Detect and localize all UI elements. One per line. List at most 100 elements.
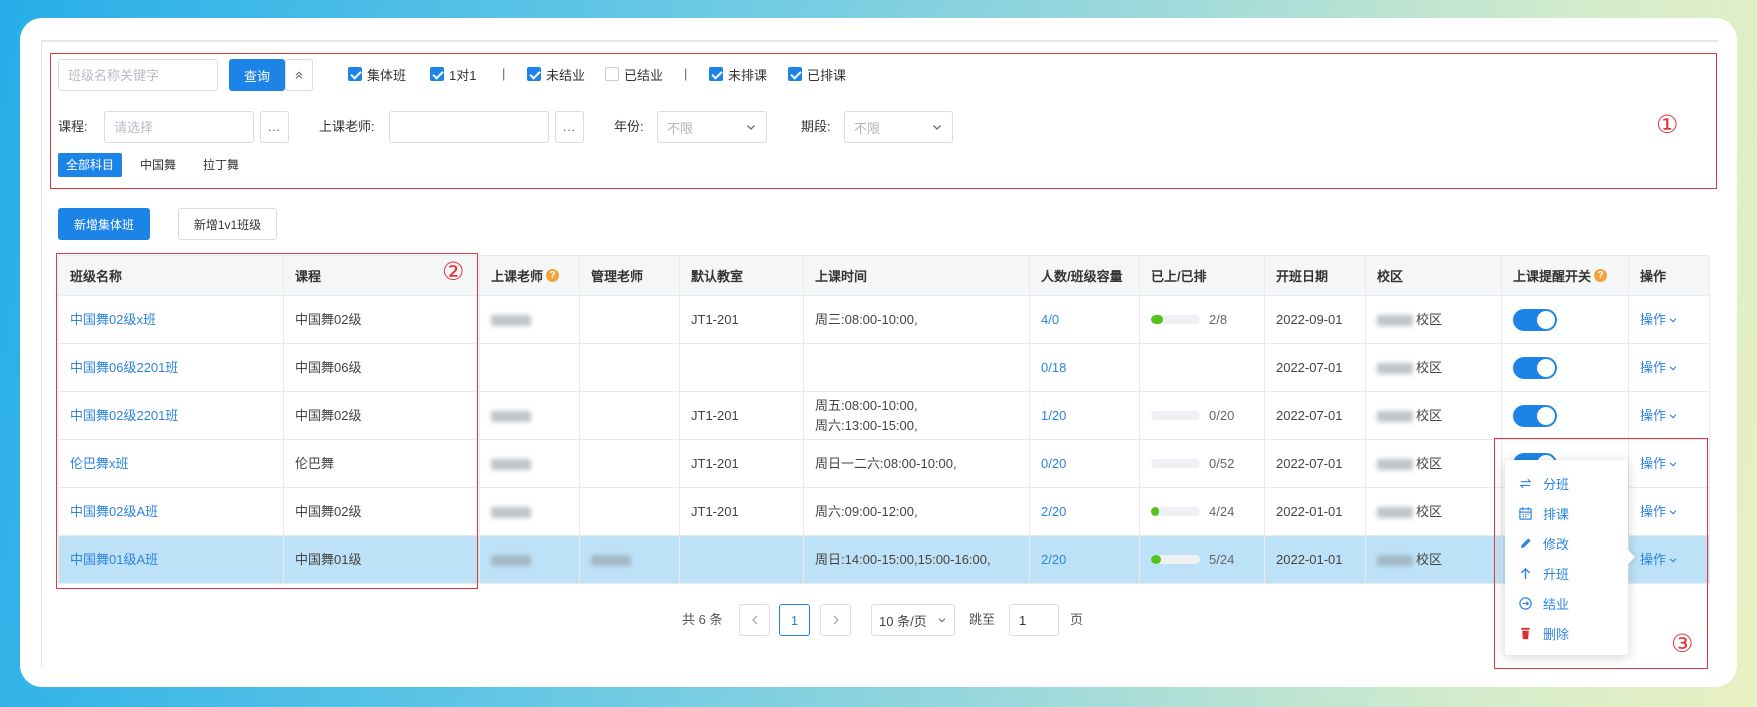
lesson-progress: 0/52 — [1151, 454, 1264, 474]
checkbox-label: 已排课 — [807, 67, 847, 83]
jump-page-input[interactable] — [1009, 604, 1059, 636]
add-group-class-button[interactable]: 新增集体班 — [58, 208, 150, 240]
table-row: 中国舞06级2201班 中国舞06级 0/18 2022-07-01 校区 操作 — [58, 343, 1710, 392]
start-date: 2022-01-01 — [1276, 503, 1343, 519]
checkbox-icon — [348, 67, 362, 81]
enrollment-count[interactable]: 1/20 — [1041, 408, 1066, 423]
lesson-progress: 5/24 — [1151, 550, 1264, 570]
checkbox-one-on-one[interactable]: 1对1 — [430, 64, 476, 84]
checkbox-label: 集体班 — [367, 67, 407, 83]
checkbox-graduated[interactable]: 已结业 — [605, 64, 663, 84]
collapse-filters-button[interactable] — [285, 59, 313, 91]
course-input[interactable] — [104, 111, 254, 143]
row-actions-dropdown[interactable]: 操作 — [1640, 406, 1678, 426]
next-page-button[interactable] — [820, 604, 851, 636]
cell-teacher — [479, 487, 580, 536]
class-name-link[interactable]: 中国舞02级2201班 — [70, 408, 178, 423]
enrollment-count[interactable]: 2/20 — [1041, 552, 1066, 567]
row-actions-dropdown[interactable]: 操作 — [1640, 310, 1678, 330]
cell-schedule: 周日:14:00-15:00,15:00-16:00, — [803, 535, 1030, 584]
tab-chinese-dance[interactable]: 中国舞 — [133, 153, 183, 177]
teacher-picker-button[interactable]: ... — [555, 111, 584, 143]
campus-name: 校区 — [1416, 503, 1443, 519]
col-header-label: 上课提醒开关 — [1513, 269, 1592, 284]
page-size-select[interactable]: 10 条/页 — [871, 604, 955, 636]
campus-name: 校区 — [1416, 455, 1443, 471]
row-actions-dropdown[interactable]: 操作 — [1640, 550, 1678, 570]
checkbox-scheduled[interactable]: 已排课 — [788, 64, 846, 84]
table-body: 中国舞02级x班 中国舞02级 JT1-201 周三:08:00-10:00, 4/0 2… — [58, 295, 1710, 584]
cell-reminder — [1501, 295, 1629, 344]
blurred-campus-name — [1377, 506, 1413, 518]
cell-enrollment: 4/0 — [1029, 295, 1140, 344]
classroom-name: JT1-201 — [691, 407, 739, 423]
reminder-toggle[interactable] — [1513, 404, 1557, 427]
page-size-value: 10 条/页 — [879, 613, 927, 629]
col-header-label: 管理老师 — [591, 269, 644, 284]
class-name-link[interactable]: 中国舞02级x班 — [70, 312, 156, 327]
progress-track — [1151, 555, 1200, 564]
class-name-link[interactable]: 中国舞01级A班 — [70, 552, 158, 567]
reminder-toggle[interactable] — [1513, 308, 1557, 331]
schedule-line: 周三:08:00-10:00, — [815, 311, 918, 327]
filter-separator: | — [684, 66, 688, 81]
cell-progress: 5/24 — [1139, 535, 1265, 584]
cell-enrollment: 0/18 — [1029, 343, 1140, 392]
cell-schedule: 周日一二六:08:00-10:00, — [803, 439, 1030, 488]
class-search-input[interactable] — [58, 59, 218, 91]
menu-item-assign-class[interactable]: 分班 — [1505, 468, 1628, 498]
col-header-label: 班级名称 — [70, 269, 123, 284]
year-select[interactable]: 不限 — [657, 111, 767, 143]
menu-item-graduate[interactable]: 结业 — [1505, 588, 1628, 618]
help-icon[interactable] — [546, 269, 560, 282]
checkbox-not-graduated[interactable]: 未结业 — [527, 64, 585, 84]
course-picker-button[interactable]: ... — [260, 111, 289, 143]
blurred-campus-name — [1377, 410, 1413, 422]
period-select-value: 不限 — [854, 120, 881, 136]
panel-left-border — [41, 40, 42, 668]
prev-page-button[interactable] — [739, 604, 770, 636]
cell-start-date: 2022-09-01 — [1264, 295, 1366, 344]
col-header-label: 已上/已排 — [1151, 269, 1207, 284]
menu-item-promote[interactable]: 升班 — [1505, 558, 1628, 588]
calendar-icon — [1518, 506, 1533, 521]
class-name-link[interactable]: 中国舞06级2201班 — [70, 360, 178, 375]
tab-latin-dance[interactable]: 拉丁舞 — [196, 153, 246, 177]
menu-item-label: 排课 — [1543, 506, 1570, 522]
cell-manager — [579, 535, 680, 584]
enrollment-count[interactable]: 0/20 — [1041, 456, 1066, 471]
teacher-input[interactable] — [389, 111, 549, 143]
progress-track — [1151, 315, 1200, 324]
add-1v1-class-button[interactable]: 新增1v1班级 — [178, 208, 277, 240]
menu-item-edit[interactable]: 修改 — [1505, 528, 1628, 558]
page-button-current[interactable]: 1 — [779, 604, 810, 636]
period-select[interactable]: 不限 — [844, 111, 953, 143]
cell-actions: 操作 — [1628, 487, 1710, 536]
table-row: 中国舞02级x班 中国舞02级 JT1-201 周三:08:00-10:00, 4/0 2… — [58, 295, 1710, 344]
class-name-link[interactable]: 中国舞02级A班 — [70, 504, 158, 519]
help-icon[interactable] — [1594, 269, 1608, 282]
query-button[interactable]: 查询 — [229, 59, 285, 91]
cell-actions: 操作 — [1628, 439, 1710, 488]
class-name-link[interactable]: 伦巴舞x班 — [70, 456, 129, 471]
checkbox-unscheduled[interactable]: 未排课 — [709, 64, 767, 84]
reminder-toggle[interactable] — [1513, 356, 1557, 379]
blurred-campus-name — [1377, 554, 1413, 566]
menu-item-delete[interactable]: 删除 — [1505, 618, 1628, 648]
cell-classroom — [679, 535, 804, 584]
row-actions-dropdown[interactable]: 操作 — [1640, 358, 1678, 378]
page-suffix: 页 — [1070, 612, 1084, 627]
enrollment-count[interactable]: 4/0 — [1041, 312, 1059, 327]
start-date: 2022-09-01 — [1276, 311, 1343, 327]
cell-teacher — [479, 343, 580, 392]
row-actions-dropdown[interactable]: 操作 — [1640, 454, 1678, 474]
enrollment-count[interactable]: 0/18 — [1041, 360, 1066, 375]
checkbox-group-class[interactable]: 集体班 — [348, 64, 406, 84]
tab-all-subjects[interactable]: 全部科目 — [58, 153, 122, 177]
schedule-line: 周六:13:00-15:00, — [815, 417, 918, 433]
enrollment-count[interactable]: 2/20 — [1041, 504, 1066, 519]
cell-progress: 4/24 — [1139, 487, 1265, 536]
menu-item-schedule[interactable]: 排课 — [1505, 498, 1628, 528]
row-actions-dropdown[interactable]: 操作 — [1640, 502, 1678, 522]
table-row: 伦巴舞x班 伦巴舞 JT1-201 周日一二六:08:00-10:00, 0/20 0/5… — [58, 439, 1710, 488]
